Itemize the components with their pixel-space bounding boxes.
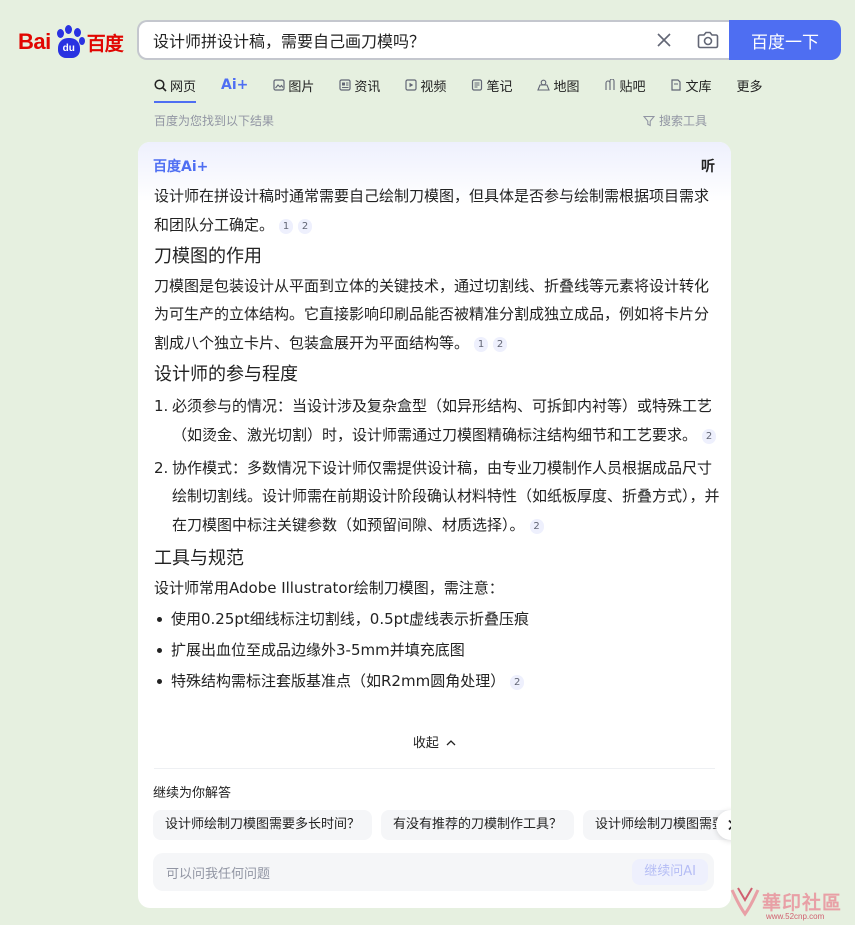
answer-intro: 设计师在拼设计稿时通常需要自己绘制刀模图，但具体是否参与绘制需根据项目需求和团队… <box>154 187 710 234</box>
search-tools-label: 搜索工具 <box>659 114 708 128</box>
tab-label: 地图 <box>553 79 580 95</box>
ai-icon: Ai+ <box>221 77 249 93</box>
list-item: 扩展出血位至成品边缘外3-5mm并填充底图 <box>154 635 720 665</box>
watermark-text: 華印社區 <box>762 891 843 914</box>
section-heading: 工具与规范 <box>154 547 244 569</box>
collapse-button[interactable]: 收起 <box>138 732 731 751</box>
continue-ask-button[interactable]: 继续问AI <box>632 859 708 885</box>
filter-icon <box>643 115 655 127</box>
ai-brand-logo: 百度Ai+ <box>153 159 209 175</box>
tab-video[interactable]: 视频 <box>405 73 446 97</box>
tab-label: 资讯 <box>354 79 381 95</box>
ai-answer-card: 百度Ai+ 听 设计师在拼设计稿时通常需要自己绘制刀模图，但具体是否参与绘制需根… <box>138 142 731 908</box>
news-icon <box>339 79 352 91</box>
image-icon <box>273 79 285 91</box>
list-item: 1. 必须参与的情况：当设计涉及复杂盒型（如异形结构、可拆卸内衬等）或特殊工艺（如… <box>154 392 720 450</box>
ai-answer-content: 设计师在拼设计稿时通常需要自己绘制刀模图，但具体是否参与绘制需根据项目需求和团队… <box>154 182 720 696</box>
bullet-list: 使用0.25pt细线标注切割线，0.5pt虚线表示折叠压痕 扩展出血位至成品边缘… <box>154 604 720 696</box>
tab-label: 贴吧 <box>619 79 646 95</box>
tab-image[interactable]: 图片 <box>273 73 314 97</box>
search-icon <box>154 78 167 92</box>
camera-icon[interactable] <box>686 22 730 58</box>
tab-label: 更多 <box>736 79 763 95</box>
section-paragraph: 设计师常用Adobe Illustrator绘制刀模图，需注意： <box>154 578 504 597</box>
ask-placeholder: 可以问我任何问题 <box>166 866 271 882</box>
clear-icon[interactable] <box>642 22 686 58</box>
tab-label: 网页 <box>170 79 197 95</box>
tab-label: 视频 <box>420 79 447 95</box>
citation-badge[interactable]: 2 <box>493 337 508 353</box>
video-icon <box>405 79 418 91</box>
tab-label: 笔记 <box>486 79 513 95</box>
note-icon <box>471 79 483 91</box>
suggestion-chip[interactable]: 设计师绘制刀模图需要 <box>583 810 731 840</box>
search-tools-button[interactable]: 搜索工具 <box>643 112 707 129</box>
listen-button[interactable]: 听 <box>701 156 715 176</box>
section-paragraph: 刀模图是包装设计从平面到立体的关键技术，通过切割线、折叠线等元素将设计转化为可生… <box>154 276 710 353</box>
list-item: 特殊结构需标注套版基准点（如R2mm圆角处理） 2 <box>154 666 720 696</box>
tab-ai[interactable]: Ai+ <box>221 73 248 97</box>
watermark-emblem-icon <box>730 887 760 917</box>
citation-badge[interactable]: 2 <box>510 674 525 690</box>
baidu-logo[interactable]: Bai du 百度 <box>18 24 124 60</box>
tab-web[interactable]: 网页 <box>154 73 197 103</box>
citation-badge[interactable]: 2 <box>298 218 313 234</box>
chevron-up-icon <box>446 739 456 746</box>
tab-wenku[interactable]: 文库 <box>670 73 712 97</box>
results-info: 百度为您找到以下结果 <box>154 114 275 128</box>
tieba-icon <box>604 79 616 91</box>
watermark-logo: 華印社區 www.52cnp.com <box>728 884 843 921</box>
ask-input[interactable]: 可以问我任何问题 继续问AI <box>153 853 714 891</box>
tab-more[interactable]: 更多 <box>737 73 763 97</box>
search-tabs: 网页 Ai+ 图片 资讯 视频 笔记 地图 贴吧 文库 更多 <box>154 70 763 103</box>
citation-badge[interactable]: 2 <box>702 428 717 444</box>
search-button[interactable]: 百度一下 <box>729 20 841 60</box>
section-heading: 设计师的参与程度 <box>154 363 298 385</box>
list-item: 使用0.25pt细线标注切割线，0.5pt虚线表示折叠压痕 <box>154 604 720 634</box>
search-box[interactable]: 设计师拼设计稿，需要自己画刀模吗？ <box>137 20 730 60</box>
paw-icon: du <box>52 25 86 59</box>
tab-map[interactable]: 地图 <box>537 73 579 97</box>
tab-tieba[interactable]: 贴吧 <box>604 73 645 97</box>
suggestion-chips: 设计师绘制刀模图需要多长时间？ 有没有推荐的刀模制作工具？ 设计师绘制刀模图需要 <box>153 810 731 840</box>
tab-label: 图片 <box>288 79 315 95</box>
citation-badge[interactable]: 2 <box>529 519 544 535</box>
citation-badge[interactable]: 1 <box>474 337 489 353</box>
watermark-url: www.52cnp.com <box>766 912 825 921</box>
continue-title: 继续为你解答 <box>153 786 232 801</box>
suggestion-chip[interactable]: 设计师绘制刀模图需要多长时间？ <box>153 810 373 840</box>
tab-news[interactable]: 资讯 <box>339 73 380 97</box>
citation-badge[interactable]: 1 <box>279 218 294 234</box>
divider <box>154 768 715 769</box>
tab-label: 文库 <box>685 79 712 95</box>
map-icon <box>537 79 551 91</box>
list-item: 2. 协作模式：多数情况下设计师仅需提供设计稿，由专业刀模制作人员根据成品尺寸绘制… <box>154 458 720 535</box>
ordered-list: 1. 必须参与的情况：当设计涉及复杂盒型（如异形结构、可拆卸内衬等）或特殊工艺（如… <box>154 392 720 540</box>
logo-text-du: du <box>57 38 80 58</box>
search-input[interactable]: 设计师拼设计稿，需要自己画刀模吗？ <box>153 28 642 52</box>
wenku-icon <box>670 79 682 91</box>
section-heading: 刀模图的作用 <box>154 245 262 267</box>
logo-text-bai: Bai <box>18 29 51 54</box>
logo-text-cn: 百度 <box>86 32 124 55</box>
tab-note[interactable]: 笔记 <box>471 73 512 97</box>
suggestion-chip[interactable]: 有没有推荐的刀模制作工具？ <box>381 810 575 840</box>
